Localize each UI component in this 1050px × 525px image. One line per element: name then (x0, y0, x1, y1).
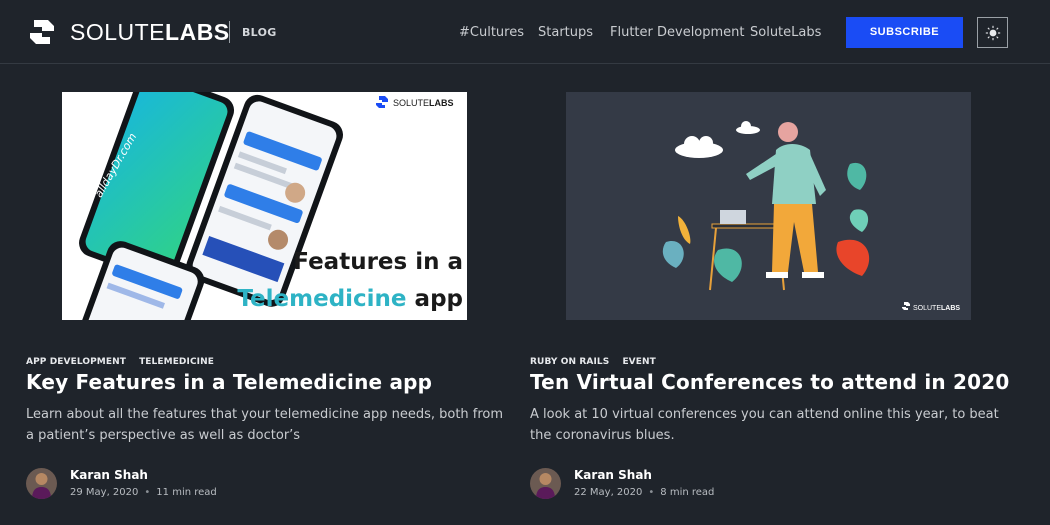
svg-text:Telemedicine app: Telemedicine app (237, 286, 463, 312)
post-meta: 29 May, 2020 • 11 min read (70, 487, 217, 498)
author-avatar[interactable] (530, 468, 561, 499)
author-name[interactable]: Karan Shah (574, 468, 652, 482)
image-headline-line1: Features in a (293, 249, 463, 275)
solutelabs-logo-icon[interactable] (26, 16, 58, 48)
post-meta: 22 May, 2020 • 8 min read (574, 487, 715, 498)
brand-name[interactable]: SOLUTELABS (70, 19, 230, 45)
tag-link[interactable]: TELEMEDICINE (139, 357, 214, 367)
post-excerpt: A look at 10 virtual conferences you can… (530, 407, 999, 443)
image-headline-end: app (415, 286, 463, 312)
post-card[interactable]: alldayDr.com Features in a Telemedicine … (26, 64, 531, 525)
post-title[interactable]: Key Features in a Telemedicine app (26, 369, 432, 395)
post-cover-image[interactable]: SOLUTELABS (566, 92, 971, 320)
post-date: 29 May, 2020 (70, 487, 139, 498)
image-headline-word: Telemedicine (237, 286, 406, 312)
post-tags: RUBY ON RAILS EVENT (530, 349, 664, 368)
author-avatar[interactable] (26, 468, 57, 499)
sun-icon (985, 25, 1000, 40)
svg-text:SOLUTELABS: SOLUTELABS (913, 305, 960, 312)
post-cover-image[interactable]: alldayDr.com Features in a Telemedicine … (62, 92, 467, 320)
post-tags: APP DEVELOPMENT TELEMEDICINE (26, 349, 222, 368)
site-header: SOLUTELABS BLOG #Cultures Startups Flutt… (0, 0, 1050, 64)
blog-link[interactable]: BLOG (242, 26, 277, 39)
read-time: 8 min read (660, 487, 715, 498)
tag-link[interactable]: APP DEVELOPMENT (26, 357, 126, 367)
post-author: Karan Shah 29 May, 2020 • 11 min read (26, 466, 326, 502)
post-card[interactable]: SOLUTELABS RUBY ON RAILS EVENT Ten Virtu… (530, 64, 1035, 525)
svg-text:SOLUTELABS: SOLUTELABS (393, 98, 454, 108)
nav-startups[interactable]: Startups (538, 25, 593, 40)
post-title[interactable]: Ten Virtual Conferences to attend in 202… (530, 369, 1009, 395)
post-date: 22 May, 2020 (574, 487, 643, 498)
tag-link[interactable]: RUBY ON RAILS (530, 357, 609, 367)
read-time: 11 min read (156, 487, 217, 498)
post-excerpt: Learn about all the features that your t… (26, 407, 504, 443)
tag-link[interactable]: EVENT (622, 357, 655, 367)
brand-divider (229, 21, 230, 43)
nav-solutelabs[interactable]: SoluteLabs (750, 25, 821, 40)
nav-cultures[interactable]: #Cultures (459, 25, 524, 40)
nav-flutter-development[interactable]: Flutter Development (610, 25, 745, 40)
subscribe-button[interactable]: SUBSCRIBE (846, 17, 963, 48)
theme-toggle-button[interactable] (977, 17, 1008, 48)
author-name[interactable]: Karan Shah (70, 468, 148, 482)
post-author: Karan Shah 22 May, 2020 • 8 min read (530, 466, 830, 502)
